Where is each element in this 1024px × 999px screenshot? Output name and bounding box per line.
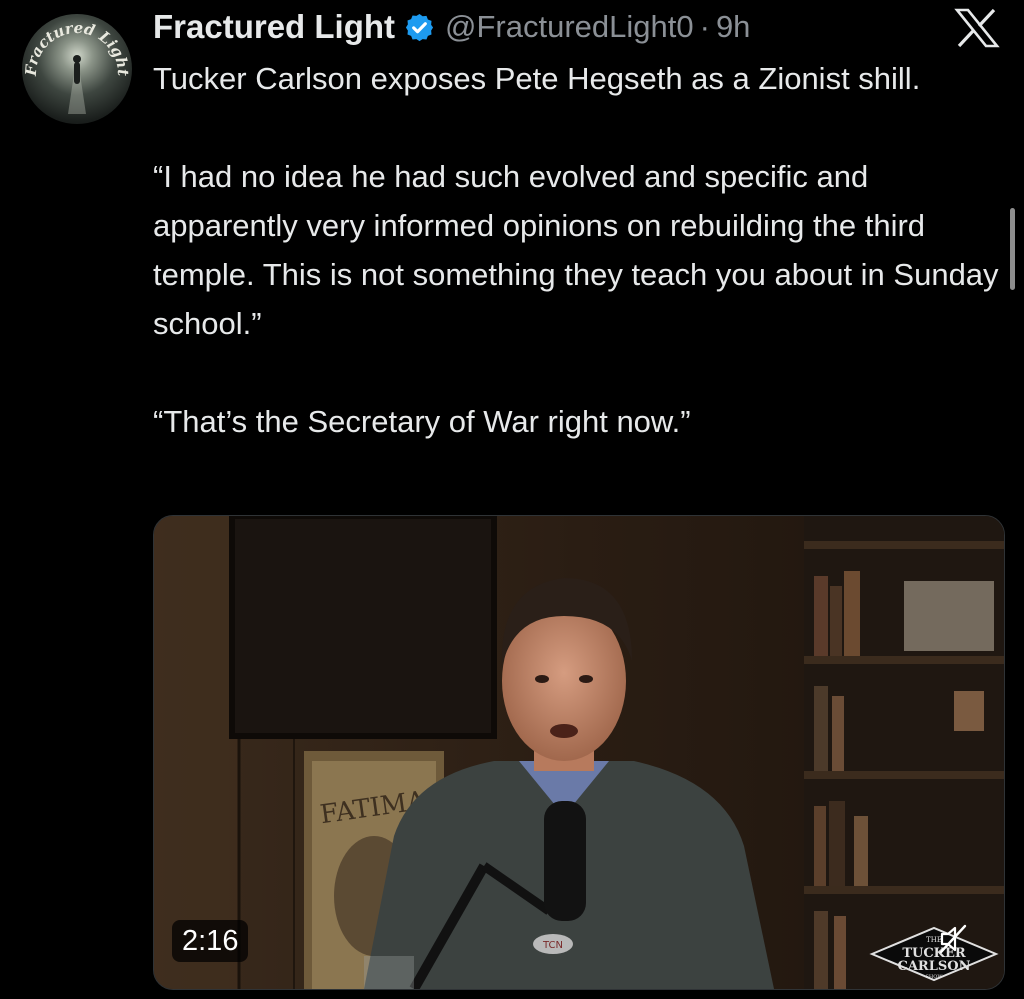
post-header: Fractured Light @FracturedLight0 · 9h [153,4,750,50]
paragraph-spacer [153,103,1013,152]
mute-icon[interactable] [939,924,967,954]
post-paragraph-1: Tucker Carlson exposes Pete Hegseth as a… [153,61,921,96]
author-handle[interactable]: @FracturedLight0 [445,9,694,45]
scrollbar-thumb[interactable] [1010,208,1015,290]
video-frame: FATIMA TCN THE TUCKER CARLSON SHOW [154,516,1004,989]
video-duration-badge: 2:16 [172,920,249,962]
separator-dot: · [699,9,710,44]
author-name[interactable]: Fractured Light [153,8,395,46]
paragraph-spacer [153,348,1013,397]
post-paragraph-3: “That’s the Secretary of War right now.” [153,404,691,439]
video-player[interactable]: FATIMA TCN THE TUCKER CARLSON SHOW 2:16 [153,515,1005,990]
mic-logo-text: TCN [542,940,563,951]
post-paragraph-2: “I had no idea he had such evolved and s… [153,159,1008,341]
show-logo-line2: CARLSON [898,959,971,974]
author-avatar[interactable]: Fractured Light [22,14,132,124]
verified-badge-icon [404,12,435,43]
x-logo-icon[interactable] [953,8,1001,48]
post-timestamp[interactable]: 9h [716,9,750,45]
post-body: Tucker Carlson exposes Pete Hegseth as a… [153,54,1013,446]
show-logo-bottom: SHOW [925,974,943,980]
